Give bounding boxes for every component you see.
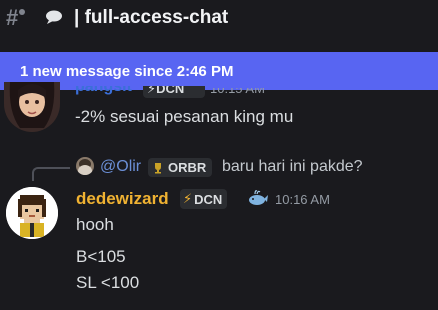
message-line: hooh (76, 215, 114, 234)
channel-title[interactable]: | full-access-chat (74, 6, 228, 30)
reply-role-badge: ORBR (148, 158, 213, 177)
message-line: B<105 (76, 247, 126, 266)
lightning-icon: ⚡ (183, 191, 193, 206)
author-name[interactable]: dedewizard (76, 188, 169, 210)
message-text: -2% sesuai pesanan king mu (75, 107, 294, 126)
reply-text[interactable]: baru hari ini pakde? (222, 157, 363, 177)
channel-header: # | full-access-chat (0, 0, 438, 38)
reply-badge-label: ORBR (168, 160, 207, 175)
hashtag-thread-icon: # (6, 6, 30, 30)
message-line: SL <100 (76, 273, 140, 292)
trophy-icon (155, 162, 161, 173)
reply-connector (32, 167, 70, 181)
reply-mention[interactable]: @Olir (100, 157, 141, 177)
role-badge: ⚡ DCN (180, 189, 228, 209)
speech-bubble-icon (46, 10, 62, 24)
avatar[interactable] (6, 187, 58, 239)
new-messages-banner[interactable]: 1 new message since 2:46 PM (0, 52, 438, 90)
reply-avatar[interactable] (76, 157, 94, 175)
banner-text: 1 new message since 2:46 PM (20, 62, 234, 80)
timestamp[interactable]: 10:16 AM (275, 191, 330, 209)
badge-label: DCN (194, 191, 223, 207)
whale-icon (249, 190, 268, 205)
avatar[interactable] (4, 82, 60, 132)
channel-name: full-access-chat (84, 7, 229, 28)
